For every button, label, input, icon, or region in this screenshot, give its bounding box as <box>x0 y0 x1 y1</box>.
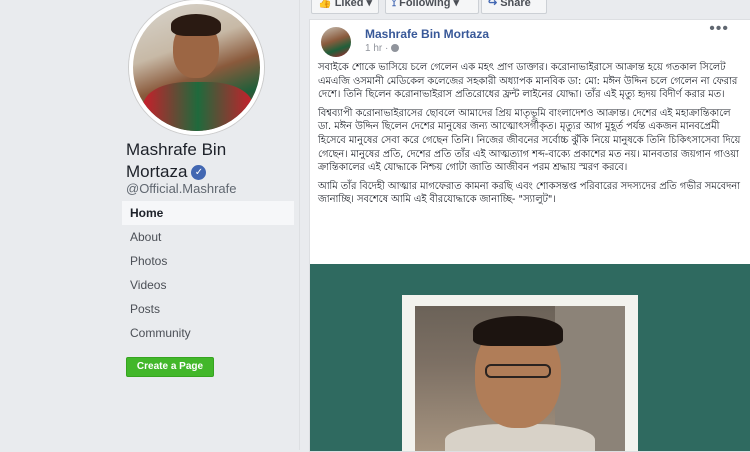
post-paragraph-2: বিশ্বব্যাপী করোনাভাইরাসের ছোবলে আমাদের প… <box>318 107 741 174</box>
post-author-name[interactable]: Mashrafe Bin Mortaza <box>365 27 489 41</box>
liked-button[interactable]: 👍 Liked ▾ <box>311 0 379 14</box>
page-sidebar: Mashrafe Bin Mortaza ✓ @Official.Mashrafe… <box>0 0 300 450</box>
post-image[interactable] <box>310 264 750 451</box>
page-title-line1: Mashrafe Bin <box>126 140 227 159</box>
avatar-shirt <box>143 82 253 131</box>
portrait-glasses <box>485 364 551 378</box>
post-options-icon[interactable]: ••• <box>709 20 729 38</box>
page-title-line2-text: Mortaza <box>126 162 188 181</box>
nav-item-videos[interactable]: Videos <box>122 273 294 297</box>
doctor-portrait <box>415 306 625 451</box>
nav-item-community[interactable]: Community <box>122 321 294 345</box>
post-author-avatar[interactable] <box>321 27 351 57</box>
divider <box>299 0 300 450</box>
globe-icon <box>391 44 400 53</box>
post-text: সবাইকে শোকে ভাসিয়ে চলে গেলেন এক মহৎ প্র… <box>318 61 743 212</box>
post-paragraph-1: সবাইকে শোকে ভাসিয়ে চলে গেলেন এক মহৎ প্র… <box>318 62 738 101</box>
following-label: Following ▾ <box>399 0 459 9</box>
photo-frame <box>402 295 638 451</box>
thumbs-up-icon: 👍 <box>318 0 332 9</box>
post-card: Mashrafe Bin Mortaza 1 hr · ••• সবাইকে শ… <box>309 19 750 452</box>
portrait-shirt <box>445 424 595 451</box>
verified-badge-icon: ✓ <box>191 165 207 181</box>
nav-item-home[interactable]: Home <box>122 201 294 225</box>
share-button[interactable]: ↪ Share <box>481 0 547 14</box>
post-timestamp[interactable]: 1 hr · <box>365 43 400 54</box>
post-time-text: 1 hr · <box>365 43 389 54</box>
nav-item-posts[interactable]: Posts <box>122 297 294 321</box>
portrait-hair <box>473 316 563 346</box>
share-label: Share <box>500 0 531 9</box>
share-icon: ↪ <box>488 0 498 9</box>
page-nav: Home About Photos Videos Posts Community <box>122 201 294 345</box>
nav-item-photos[interactable]: Photos <box>122 249 294 273</box>
page-title[interactable]: Mashrafe Bin Mortaza ✓ <box>126 139 226 183</box>
liked-label: Liked ▾ <box>334 0 373 9</box>
profile-avatar[interactable] <box>129 0 264 135</box>
post-paragraph-3: আমি তাঁর বিদেহী আত্মার মাগফেরাত কামনা কর… <box>318 180 740 206</box>
nav-item-about[interactable]: About <box>122 225 294 249</box>
create-page-button[interactable]: Create a Page <box>126 357 214 377</box>
avatar-hair <box>171 14 221 36</box>
rss-icon: ⟟ <box>392 0 397 9</box>
following-button[interactable]: ⟟ Following ▾ <box>385 0 479 14</box>
page-title-line2: Mortaza ✓ <box>126 161 226 183</box>
page-handle[interactable]: @Official.Mashrafe <box>126 181 237 196</box>
